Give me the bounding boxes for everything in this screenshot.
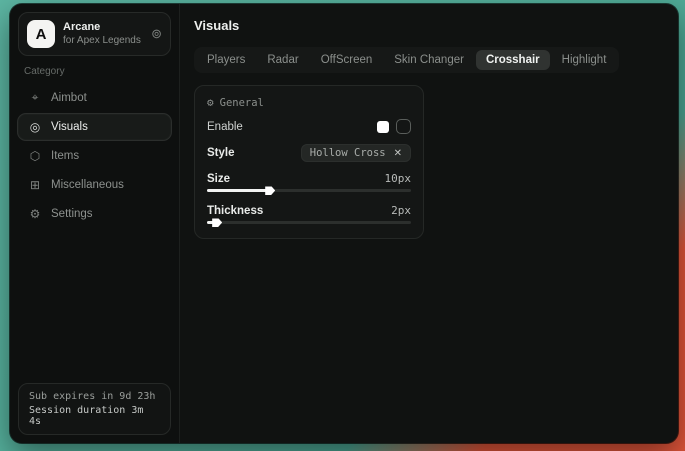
style-value: Hollow Cross xyxy=(310,147,386,159)
target-icon[interactable]: ⊚ xyxy=(151,26,162,42)
sidebar-item-miscellaneous[interactable]: ⊞ Miscellaneous xyxy=(18,172,171,198)
size-label: Size xyxy=(207,173,230,185)
subscription-status-card: Sub expires in 9d 23h Session duration 3… xyxy=(18,383,171,435)
tab-radar[interactable]: Radar xyxy=(257,50,308,70)
size-value: 10px xyxy=(385,172,412,185)
style-label: Style xyxy=(207,147,235,159)
general-gear-icon: ⚙ xyxy=(207,96,214,109)
sidebar-item-items[interactable]: ⬡ Items xyxy=(18,143,171,169)
app-window: A Arcane for Apex Legends ⊚ Category ⌖ Ai… xyxy=(10,4,678,443)
sidebar-item-label: Miscellaneous xyxy=(51,179,124,191)
category-label: Category xyxy=(24,66,165,77)
thickness-row: Thickness 2px xyxy=(207,204,411,217)
grid-icon: ⊞ xyxy=(28,178,42,192)
crosshair-color-swatch[interactable] xyxy=(377,121,389,133)
sidebar-nav: ⌖ Aimbot ◎ Visuals ⬡ Items ⊞ Miscellaneous ⚙ Sett… xyxy=(10,83,179,228)
app-name: Arcane xyxy=(63,21,143,35)
sidebar-item-label: Settings xyxy=(51,208,93,220)
tab-offscreen[interactable]: OffScreen xyxy=(311,50,383,70)
gear-icon: ⚙ xyxy=(28,207,42,221)
sidebar-item-settings[interactable]: ⚙ Settings xyxy=(18,201,171,227)
panel-title: General xyxy=(220,97,264,109)
sidebar-item-label: Aimbot xyxy=(51,92,87,104)
style-remove-icon[interactable]: ✕ xyxy=(394,148,402,159)
thickness-slider[interactable] xyxy=(207,221,411,224)
size-row: Size 10px xyxy=(207,172,411,185)
crosshair-icon: ⌖ xyxy=(28,90,42,105)
thickness-slider-thumb[interactable] xyxy=(212,218,222,227)
page-title: Visuals xyxy=(194,18,664,33)
enable-label: Enable xyxy=(207,121,243,133)
enable-row: Enable xyxy=(207,119,411,134)
sub-expiry-text: Sub expires in 9d 23h xyxy=(29,391,160,402)
general-panel: ⚙ General Enable Style Hollow Cross ✕ Si… xyxy=(194,85,424,239)
sidebar-item-aimbot[interactable]: ⌖ Aimbot xyxy=(18,84,171,111)
thickness-value: 2px xyxy=(391,204,411,217)
size-slider-fill xyxy=(207,189,268,192)
style-row: Style Hollow Cross ✕ xyxy=(207,144,411,162)
session-duration-text: Session duration 3m 4s xyxy=(29,405,160,427)
tab-skin-changer[interactable]: Skin Changer xyxy=(384,50,474,70)
sidebar-item-label: Items xyxy=(51,150,79,162)
main-content: Visuals PlayersRadarOffScreenSkin Change… xyxy=(180,4,678,443)
sidebar-item-label: Visuals xyxy=(51,121,88,133)
enable-checkbox[interactable] xyxy=(396,119,411,134)
sidebar-item-visuals[interactable]: ◎ Visuals xyxy=(18,114,171,140)
sidebar: A Arcane for Apex Legends ⊚ Category ⌖ Ai… xyxy=(10,4,180,443)
style-select[interactable]: Hollow Cross ✕ xyxy=(301,144,411,162)
tab-crosshair[interactable]: Crosshair xyxy=(476,50,550,70)
tab-highlight[interactable]: Highlight xyxy=(552,50,617,70)
size-slider[interactable] xyxy=(207,189,411,192)
tab-players[interactable]: Players xyxy=(197,50,255,70)
size-slider-thumb[interactable] xyxy=(265,186,275,195)
app-header-card: A Arcane for Apex Legends ⊚ xyxy=(18,12,171,56)
eye-icon: ◎ xyxy=(28,120,42,134)
thickness-label: Thickness xyxy=(207,205,263,217)
visuals-tabbar: PlayersRadarOffScreenSkin ChangerCrossha… xyxy=(194,47,619,73)
app-subtitle: for Apex Legends xyxy=(63,35,143,48)
app-logo: A xyxy=(27,20,55,48)
cube-icon: ⬡ xyxy=(28,149,42,163)
